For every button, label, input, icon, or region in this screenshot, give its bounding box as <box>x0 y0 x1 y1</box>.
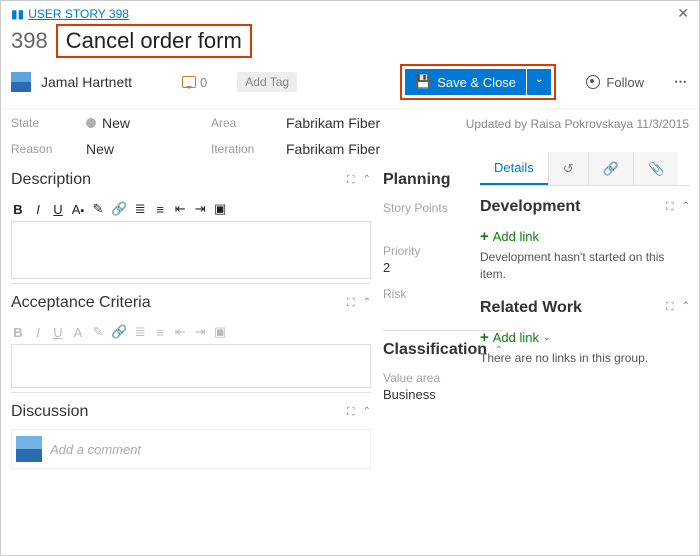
bullet-list-button[interactable]: ≣ <box>133 201 147 217</box>
breadcrumb-label: USER STORY 398 <box>28 7 129 21</box>
indent-button[interactable]: ⇥ <box>193 324 207 340</box>
save-dropdown-button[interactable]: ⌄ <box>527 69 551 95</box>
expand-icon[interactable]: ⛶ <box>666 201 674 214</box>
expand-icon[interactable]: ⛶ <box>347 406 355 419</box>
reason-value[interactable]: New <box>86 141 114 157</box>
save-close-button[interactable]: 💾 Save & Close <box>405 69 526 95</box>
link-icon: 🔗 <box>603 161 619 177</box>
discussion-input[interactable]: Add a comment <box>50 442 141 457</box>
number-list-button[interactable]: ≡ <box>153 202 167 217</box>
description-toolbar: B I U A▪ ✎ 🔗 ≣ ≡ ⇤ ⇥ ▣ <box>11 197 371 221</box>
italic-button[interactable]: I <box>31 202 45 217</box>
image-button[interactable]: ▣ <box>213 324 227 340</box>
classification-header: Classification <box>383 341 487 359</box>
font-color-button[interactable]: A <box>71 325 85 340</box>
save-close-group: 💾 Save & Close ⌄ <box>400 64 556 100</box>
tab-history[interactable]: ↺ <box>548 152 588 185</box>
value-area-value[interactable]: Business <box>383 387 503 410</box>
clear-format-button[interactable]: ✎ <box>91 324 105 340</box>
outdent-button[interactable]: ⇤ <box>173 324 187 340</box>
chevron-up-icon[interactable]: ⌃ <box>682 201 690 214</box>
state-value[interactable]: New <box>86 115 130 131</box>
font-color-button[interactable]: A▪ <box>71 202 85 217</box>
chevron-up-icon[interactable]: ⌃ <box>363 406 371 419</box>
expand-icon[interactable]: ⛶ <box>347 297 355 310</box>
acceptance-header: Acceptance Criteria <box>11 294 151 312</box>
bold-button[interactable]: B <box>11 202 25 217</box>
chevron-up-icon[interactable]: ⌃ <box>363 297 371 310</box>
tab-attachments[interactable]: 📎 <box>633 152 678 185</box>
related-add-link[interactable]: + Add link ⌄ <box>480 325 690 350</box>
development-add-link[interactable]: + Add link <box>480 224 690 249</box>
assignee-name[interactable]: Jamal Hartnett <box>41 74 132 90</box>
description-header: Description <box>11 171 91 189</box>
iteration-value[interactable]: Fabrikam Fiber <box>286 141 380 157</box>
comment-icon <box>182 76 196 88</box>
workitem-id: 398 <box>11 28 48 54</box>
follow-button[interactable]: Follow <box>586 75 644 90</box>
area-value[interactable]: Fabrikam Fiber <box>286 115 380 131</box>
chevron-up-icon[interactable]: ⌃ <box>682 301 690 314</box>
number-list-button[interactable]: ≡ <box>153 325 167 340</box>
bold-button[interactable]: B <box>11 325 25 340</box>
plus-icon: + <box>480 228 489 245</box>
description-editor[interactable] <box>11 221 371 279</box>
italic-button[interactable]: I <box>31 325 45 340</box>
chevron-down-icon: ⌄ <box>543 332 551 343</box>
image-button[interactable]: ▣ <box>213 201 227 217</box>
expand-icon[interactable]: ⛶ <box>666 301 674 314</box>
clear-format-button[interactable]: ✎ <box>91 201 105 217</box>
acceptance-editor[interactable] <box>11 344 371 388</box>
state-label: State <box>11 116 66 130</box>
value-area-label: Value area <box>383 367 503 387</box>
add-tag-button[interactable]: Add Tag <box>237 72 297 92</box>
discussion-header: Discussion <box>11 403 88 421</box>
avatar <box>16 436 42 462</box>
book-icon: ▮▮ <box>11 7 24 21</box>
link-button[interactable]: 🔗 <box>111 201 127 217</box>
development-header: Development <box>480 198 580 216</box>
underline-button[interactable]: U <box>51 325 65 340</box>
area-label: Area <box>211 116 266 130</box>
attachment-icon: 📎 <box>648 161 664 177</box>
underline-button[interactable]: U <box>51 202 65 217</box>
eye-icon <box>586 75 600 89</box>
development-note: Development hasn't started on this item. <box>480 249 690 283</box>
acceptance-toolbar: B I U A ✎ 🔗 ≣ ≡ ⇤ ⇥ ▣ <box>11 320 371 344</box>
reason-label: Reason <box>11 142 66 156</box>
related-work-header: Related Work <box>480 299 582 317</box>
comments-count[interactable]: 0 <box>182 75 207 90</box>
link-button[interactable]: 🔗 <box>111 324 127 340</box>
planning-header: Planning <box>383 171 451 189</box>
indent-button[interactable]: ⇥ <box>193 201 207 217</box>
title-input[interactable]: Cancel order form <box>56 24 252 58</box>
iteration-label: Iteration <box>211 142 266 156</box>
chevron-up-icon[interactable]: ⌃ <box>363 174 371 187</box>
tab-links[interactable]: 🔗 <box>588 152 633 185</box>
close-icon[interactable]: ✕ <box>677 5 689 22</box>
related-note: There are no links in this group. <box>480 350 690 367</box>
save-icon: 💾 <box>415 74 431 90</box>
history-icon: ↺ <box>563 161 574 177</box>
avatar <box>11 72 31 92</box>
outdent-button[interactable]: ⇤ <box>173 201 187 217</box>
bullet-list-button[interactable]: ≣ <box>133 324 147 340</box>
expand-icon[interactable]: ⛶ <box>347 174 355 187</box>
more-actions-button[interactable]: ⋯ <box>674 74 689 90</box>
state-dot-icon <box>86 118 96 128</box>
breadcrumb[interactable]: ▮▮ USER STORY 398 <box>11 7 129 21</box>
tab-details[interactable]: Details <box>480 152 548 185</box>
plus-icon: + <box>480 329 489 346</box>
